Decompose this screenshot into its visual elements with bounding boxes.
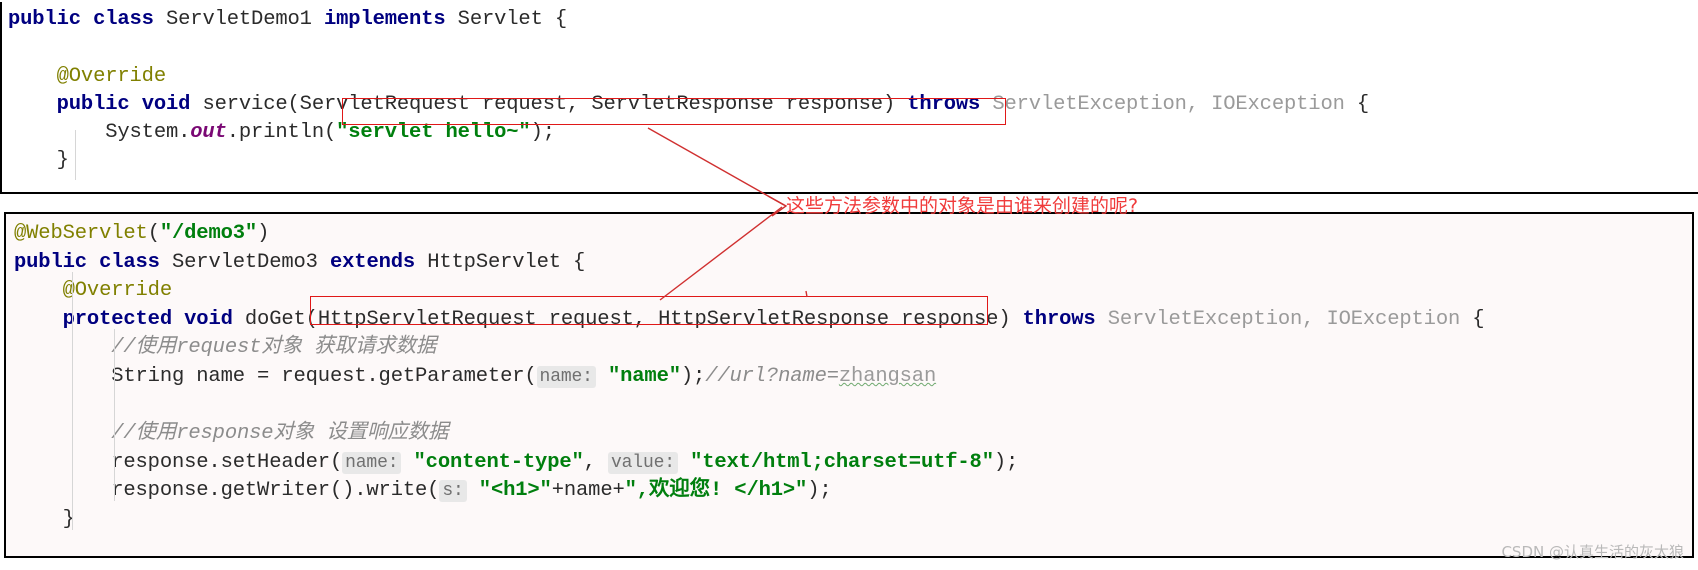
code-token: ",欢迎您! </h1>" bbox=[624, 479, 808, 503]
code-token: throws bbox=[1022, 307, 1096, 331]
code-text-servletdemo3[interactable]: @WebServlet("/demo3") public class Servle… bbox=[6, 214, 1485, 535]
code-line: } bbox=[8, 147, 1369, 175]
indent-guide bbox=[72, 272, 73, 530]
code-token: +name+ bbox=[551, 479, 625, 503]
code-token: service(ServletRequest request, ServletR… bbox=[190, 92, 908, 116]
code-line: String name = request.getParameter(name:… bbox=[14, 363, 1484, 392]
code-token: response.setHeader( bbox=[14, 450, 343, 474]
code-line: //使用response对象 设置响应数据 bbox=[14, 420, 1484, 449]
code-token: throws bbox=[907, 92, 981, 116]
code-token: "servlet hello~" bbox=[336, 121, 531, 145]
code-token: "name" bbox=[607, 364, 681, 388]
code-token: ); bbox=[530, 121, 555, 145]
code-token: Servlet { bbox=[445, 8, 568, 31]
code-token: class bbox=[99, 250, 160, 274]
code-token: HttpServlet { bbox=[415, 250, 586, 274]
code-token: zhangsan bbox=[838, 364, 937, 388]
code-token: ( bbox=[147, 222, 160, 245]
code-panel-servletdemo1[interactable]: public class ServletDemo1 implements Ser… bbox=[0, 2, 1698, 194]
code-token: name: bbox=[536, 365, 596, 388]
code-token: ); bbox=[807, 479, 832, 503]
code-token: response.getWriter().write( bbox=[14, 479, 440, 503]
code-token: protected bbox=[62, 307, 173, 331]
code-token: implements bbox=[323, 8, 446, 31]
code-token: ServletException, IOException bbox=[1095, 307, 1461, 331]
code-token: .println( bbox=[226, 121, 337, 145]
code-token: //url?name= bbox=[705, 364, 839, 388]
code-token: } bbox=[14, 507, 75, 531]
code-token: { bbox=[1460, 307, 1485, 331]
code-line: @WebServlet("/demo3") bbox=[14, 220, 1484, 249]
code-token: "<h1>" bbox=[478, 479, 552, 503]
code-line: public class ServletDemo1 implements Ser… bbox=[8, 6, 1369, 34]
code-token: public bbox=[14, 250, 87, 274]
code-line: @Override bbox=[14, 277, 1484, 306]
code-token: @Override bbox=[14, 279, 173, 303]
code-token: public bbox=[8, 8, 81, 31]
indent-guide bbox=[114, 329, 115, 501]
code-token: s: bbox=[439, 480, 467, 503]
code-token: doGet(HttpServletRequest request, HttpSe… bbox=[232, 307, 1023, 331]
code-line: System.out.println("servlet hello~"); bbox=[8, 119, 1369, 147]
code-token: ); bbox=[993, 450, 1019, 474]
code-token: void bbox=[141, 92, 191, 116]
code-line: public void service(ServletRequest reque… bbox=[8, 91, 1370, 119]
code-line: response.getWriter().write(s: "<h1>"+nam… bbox=[14, 477, 1484, 506]
screenshot-stage: public class ServletDemo1 implements Ser… bbox=[0, 0, 1698, 570]
code-token: @Override bbox=[8, 64, 167, 88]
code-token: extends bbox=[329, 250, 416, 274]
code-token: //使用response对象 设置响应数据 bbox=[14, 422, 449, 446]
code-token: ) bbox=[257, 222, 270, 245]
code-token: void bbox=[184, 307, 233, 331]
code-token: class bbox=[93, 8, 154, 31]
code-token: public bbox=[56, 92, 130, 116]
code-line: protected void doGet(HttpServletRequest … bbox=[14, 306, 1485, 335]
code-token: name: bbox=[342, 451, 402, 474]
csdn-watermark: CSDN @认真生活的灰太狼 bbox=[1501, 543, 1684, 561]
indent-guide bbox=[75, 130, 76, 180]
code-token: , bbox=[583, 450, 608, 474]
code-token: ServletDemo3 bbox=[159, 250, 330, 274]
code-line: @Override bbox=[8, 63, 1369, 91]
code-line: public class ServletDemo3 extends HttpSe… bbox=[14, 249, 1484, 278]
code-token: System. bbox=[8, 121, 191, 145]
code-token: //使用request对象 获取请求数据 bbox=[14, 336, 437, 360]
code-token: "text/html;charset=utf-8" bbox=[690, 450, 994, 474]
code-token: { bbox=[1344, 92, 1370, 116]
code-token: ); bbox=[680, 364, 706, 388]
code-token: @WebServlet bbox=[14, 222, 148, 245]
code-token: ServletException, IOException bbox=[980, 92, 1345, 116]
code-line: //使用request对象 获取请求数据 bbox=[14, 334, 1484, 363]
code-token: "content-type" bbox=[413, 450, 584, 474]
code-token: value: bbox=[607, 451, 678, 474]
code-line: response.setHeader(name: "content-type",… bbox=[14, 449, 1484, 478]
code-token: String name = request.getParameter( bbox=[14, 364, 537, 388]
code-token: "/demo3" bbox=[159, 222, 258, 245]
code-panel-servletdemo3[interactable]: @WebServlet("/demo3") public class Servle… bbox=[4, 212, 1694, 558]
code-line: } bbox=[14, 506, 1484, 535]
code-text-servletdemo1[interactable]: public class ServletDemo1 implements Ser… bbox=[0, 2, 1369, 176]
code-token: } bbox=[8, 149, 69, 173]
code-token: out bbox=[190, 121, 227, 145]
code-token: ServletDemo1 bbox=[153, 8, 324, 31]
